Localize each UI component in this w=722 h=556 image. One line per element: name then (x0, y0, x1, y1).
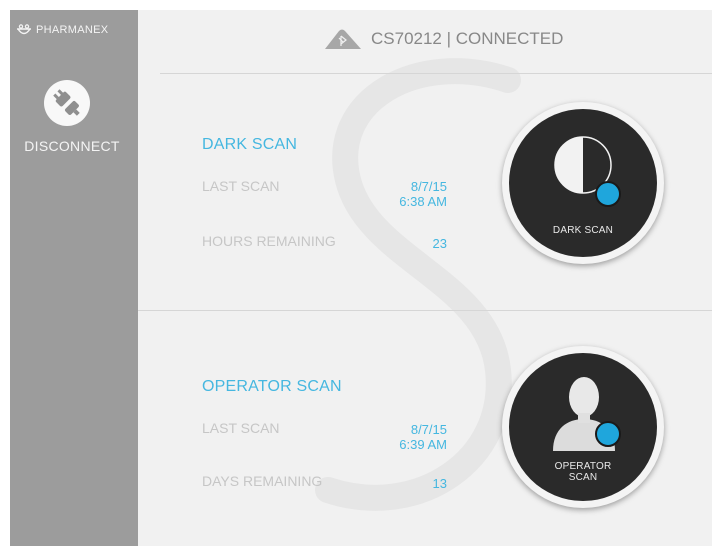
dark-scan-indicator-dot (595, 181, 621, 207)
section-divider (138, 310, 712, 311)
operator-last-scan-label: LAST SCAN (202, 420, 280, 436)
operator-scan-button-label-2: SCAN (568, 472, 598, 483)
unplug-icon (44, 80, 90, 126)
connection-status: CS70212 | CONNECTED (323, 28, 563, 50)
sidebar: PHARMANEX DISCONNECT (10, 10, 138, 546)
operator-last-scan-date: 8/7/15 (410, 422, 447, 437)
dark-last-scan-date: 8/7/15 (410, 179, 447, 194)
hours-remaining-label: HOURS REMAINING (202, 233, 336, 249)
disconnect-label: DISCONNECT (24, 138, 120, 154)
dark-scan-title: DARK SCAN (202, 136, 298, 153)
pharmanex-logo-icon (17, 24, 31, 35)
operator-scan-button[interactable]: OPERATOR SCAN (502, 346, 664, 508)
dark-scan-face: DARK SCAN (509, 109, 657, 257)
cloud-bluetooth-icon (325, 29, 361, 49)
disconnect-button[interactable]: DISCONNECT (10, 80, 138, 180)
operator-last-scan-time: 6:39 AM (399, 437, 447, 452)
main-panel: CS70212 | CONNECTED DARK SCAN LAST SCAN … (138, 10, 712, 546)
dark-last-scan-time: 6:38 AM (399, 194, 447, 209)
dark-scan-button-label: DARK SCAN (552, 225, 614, 236)
app-frame: PHARMANEX DISCONNECT CS70212 | CONNECTED… (10, 10, 712, 546)
dark-last-scan-label: LAST SCAN (202, 178, 280, 194)
operator-scan-face: OPERATOR SCAN (509, 353, 657, 501)
status-text: CS70212 | CONNECTED (371, 29, 564, 48)
brand-name: PHARMANEX (36, 24, 109, 36)
brand-logo: PHARMANEX (16, 24, 108, 36)
hours-remaining-value: 23 (432, 236, 447, 251)
operator-scan-title: OPERATOR SCAN (202, 378, 342, 395)
days-remaining-label: DAYS REMAINING (202, 473, 323, 489)
operator-scan-button-label-1: OPERATOR (554, 461, 612, 472)
dark-scan-button[interactable]: DARK SCAN (502, 102, 664, 264)
operator-scan-indicator-dot (595, 421, 621, 447)
days-remaining-value: 13 (432, 476, 447, 491)
header-divider (160, 73, 712, 74)
